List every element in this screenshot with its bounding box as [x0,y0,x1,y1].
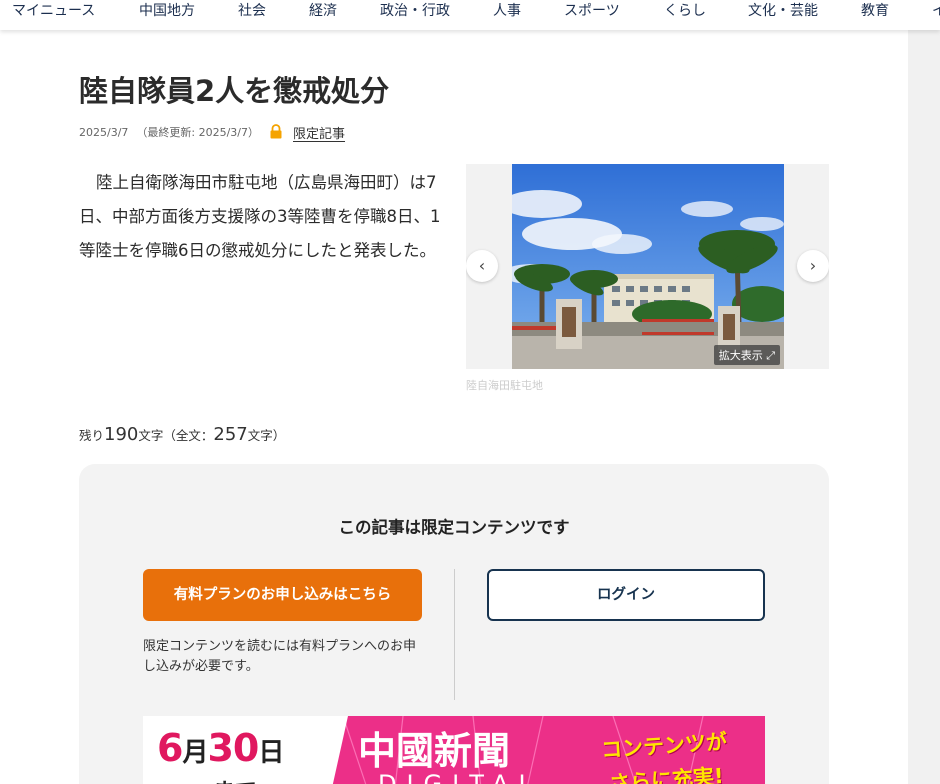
photo-image [512,164,784,369]
paywall-box: この記事は限定コンテンツです 有料プランのお申し込みはこちら 限定コンテンツを読… [79,464,829,784]
lock-icon [270,124,282,139]
nav-item-my-news[interactable]: マイニュース [12,0,95,20]
photo-garrison-gate[interactable]: 拡大表示 ⤢ [512,164,784,369]
banner-digital: DIGITAL [378,770,542,784]
paywall-divider [454,569,455,700]
paywall-note: 限定コンテンツを読むには有料プランへのお申し込みが必要です。 [143,639,417,674]
carousel-next-icon[interactable]: › [797,250,829,282]
banner-day-unit: 日 [258,738,284,768]
photo-carousel: 拡大表示 ⤢ ‹ › [466,164,829,369]
remain-count: 190 [104,424,139,445]
article-meta: 2025/3/7 （最終更新: 2025/3/7） [79,124,259,140]
publish-date: 2025/3/7 [79,126,129,139]
nav-item-economy[interactable]: 経済 [309,0,337,20]
banner-month-unit: 月 [182,738,208,768]
login-button[interactable]: ログイン [487,569,765,621]
nav-item-chugoku[interactable]: 中国地方 [139,0,195,20]
paywall-title: この記事は限定コンテンツです [338,518,570,537]
nav-item-sports[interactable]: スポーツ [564,0,620,20]
page: マイニュース 中国地方 社会 経済 政治・行政 人事 スポーツ くらし 文化・芸… [0,0,940,784]
banner-logo: 中國新聞 [358,729,511,773]
zoom-button[interactable]: 拡大表示 ⤢ [713,345,780,365]
photo-caption: 陸自海田駐屯地 [466,379,543,392]
total-count: 257 [213,424,248,445]
carousel-prev-icon[interactable]: ‹ [466,250,498,282]
nav-item-culture[interactable]: 文化・芸能 [748,0,818,20]
nav-item-personnel[interactable]: 人事 [493,0,521,20]
limited-article-link[interactable]: 限定記事 [293,123,345,142]
banner-date: 6月30日 [157,726,284,770]
updated-date: （最終更新: 2025/3/7） [136,126,260,139]
banner-until: まで [213,774,257,784]
promo-banner[interactable]: 6月30日 まで 中國新聞 DIGITAL コンテンツが さらに充実! [143,716,765,784]
remaining-count: 残り190文字（全文：257文字） [79,424,285,445]
nav-item-politics[interactable]: 政治・行政 [380,0,450,20]
scrollbar[interactable] [908,30,940,784]
remain-prefix: 残り [79,428,105,443]
article-title: 陸自隊員2人を懲戒処分 [79,74,390,108]
nav-item-life[interactable]: くらし [664,0,706,20]
banner-day-num: 30 [207,726,259,770]
paid-plan-button[interactable]: 有料プランのお申し込みはこちら [143,569,422,621]
nav-item-education[interactable]: 教育 [861,0,889,20]
banner-month-num: 6 [157,726,183,770]
remain-mid: 文字（全文： [138,428,214,443]
nav-item-more[interactable]: イ [932,0,940,20]
top-nav: マイニュース 中国地方 社会 経済 政治・行政 人事 スポーツ くらし 文化・芸… [0,0,940,30]
remain-suffix: 文字） [247,428,286,443]
article-body: 陸上自衛隊海田市駐屯地（広島県海田町）は7日、中部方面後方支援隊の3等陸曹を停職… [79,173,441,260]
nav-item-society[interactable]: 社会 [238,0,266,20]
